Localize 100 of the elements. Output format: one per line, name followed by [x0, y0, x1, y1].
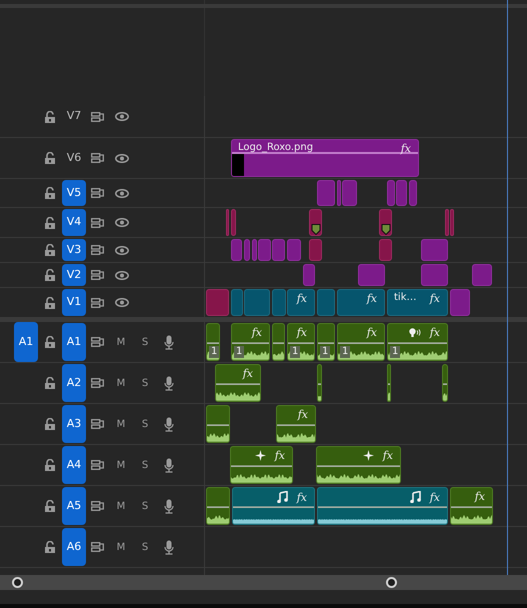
sync-lock-icon[interactable]: [90, 245, 104, 255]
solo-button[interactable]: S: [142, 498, 148, 514]
video-clip[interactable]: [358, 264, 385, 286]
sync-lock-icon[interactable]: [90, 218, 104, 228]
audio-clip[interactable]: fx: [230, 446, 293, 484]
video-clip[interactable]: [421, 239, 448, 261]
video-clip[interactable]: [450, 209, 454, 236]
video-clip[interactable]: [303, 264, 315, 286]
microphone-icon[interactable]: [164, 458, 174, 472]
eye-icon[interactable]: [115, 246, 129, 254]
horizontal-scrollbar[interactable]: [0, 575, 527, 590]
lock-icon[interactable]: [45, 216, 55, 228]
track-target-toggle[interactable]: A5: [62, 487, 86, 525]
sync-lock-icon[interactable]: [90, 153, 104, 163]
mute-button[interactable]: M: [116, 334, 126, 350]
video-clip[interactable]: [317, 180, 335, 206]
scroll-handle[interactable]: [12, 577, 23, 588]
video-clip[interactable]: [231, 289, 243, 316]
video-clip[interactable]: [226, 209, 229, 236]
microphone-icon[interactable]: [164, 540, 174, 554]
mute-button[interactable]: M: [116, 540, 126, 554]
audio-clip[interactable]: [317, 364, 322, 402]
mute-button[interactable]: M: [116, 498, 126, 514]
video-clip[interactable]: [244, 289, 270, 316]
track-target-toggle[interactable]: V3: [62, 239, 86, 261]
lock-icon[interactable]: [45, 459, 55, 471]
eye-icon[interactable]: [115, 298, 129, 307]
audio-clip[interactable]: fx: [316, 446, 401, 484]
audio-clip[interactable]: 1: [317, 323, 335, 361]
video-clip[interactable]: [472, 264, 492, 286]
sync-lock-icon[interactable]: [90, 112, 104, 122]
video-clip[interactable]: [272, 289, 286, 316]
track-target-toggle[interactable]: A4: [62, 446, 86, 484]
solo-button[interactable]: S: [142, 416, 148, 432]
audio-clip[interactable]: fx: [317, 487, 448, 525]
audio-clip[interactable]: fx: [276, 405, 316, 443]
sync-lock-icon[interactable]: [90, 501, 104, 511]
video-clip[interactable]: [206, 289, 229, 316]
microphone-icon[interactable]: [164, 334, 174, 350]
video-clip[interactable]: [252, 239, 257, 261]
video-clip[interactable]: [396, 180, 407, 206]
video-clip[interactable]: Logo_Roxo.png fx: [231, 139, 419, 177]
audio-clip[interactable]: [442, 364, 448, 402]
video-clip[interactable]: [309, 239, 322, 261]
eye-icon[interactable]: [115, 112, 129, 121]
track-target-toggle[interactable]: A1: [62, 323, 86, 361]
audio-clip[interactable]: [206, 487, 230, 525]
track-target-toggle[interactable]: V6: [62, 139, 86, 177]
sync-lock-icon[interactable]: [90, 337, 104, 347]
mute-button[interactable]: M: [116, 376, 126, 390]
track-target-toggle[interactable]: V1: [62, 289, 86, 316]
lock-icon[interactable]: [45, 152, 55, 164]
sync-lock-icon[interactable]: [90, 542, 104, 552]
track-target-toggle[interactable]: V4: [62, 209, 86, 236]
track-target-toggle[interactable]: A3: [62, 405, 86, 443]
audio-clip[interactable]: [387, 364, 391, 402]
track-target-toggle[interactable]: A2: [62, 364, 86, 402]
solo-button[interactable]: S: [142, 334, 148, 350]
video-clip[interactable]: [272, 239, 285, 261]
lock-icon[interactable]: [45, 296, 55, 308]
mute-button[interactable]: M: [116, 416, 126, 432]
video-clip[interactable]: [379, 209, 392, 236]
lock-icon[interactable]: [45, 377, 55, 389]
video-clip[interactable]: [445, 209, 449, 236]
microphone-icon[interactable]: [164, 416, 174, 432]
solo-button[interactable]: S: [142, 458, 148, 472]
eye-icon[interactable]: [115, 270, 129, 280]
eye-icon[interactable]: [115, 218, 129, 227]
microphone-icon[interactable]: [164, 376, 174, 390]
video-clip[interactable]: [379, 239, 392, 261]
lock-icon[interactable]: [45, 187, 55, 199]
video-clip[interactable]: tik… fx: [387, 289, 448, 316]
lock-icon[interactable]: [45, 244, 55, 256]
video-clip[interactable]: [421, 264, 448, 286]
lock-icon[interactable]: [45, 541, 55, 553]
lock-icon[interactable]: [45, 269, 55, 281]
solo-button[interactable]: S: [142, 376, 148, 390]
track-target-toggle[interactable]: V2: [62, 264, 86, 286]
video-clip[interactable]: [287, 239, 301, 261]
lock-icon[interactable]: [45, 336, 55, 348]
track-target-toggle[interactable]: A6: [62, 528, 86, 566]
solo-button[interactable]: S: [142, 540, 148, 554]
video-clip[interactable]: [450, 289, 470, 316]
audio-clip[interactable]: [206, 405, 230, 443]
audio-clip[interactable]: fx 1: [287, 323, 315, 361]
audio-clip[interactable]: fx: [215, 364, 261, 402]
sync-lock-icon[interactable]: [90, 298, 104, 308]
sync-lock-icon[interactable]: [90, 188, 104, 198]
audio-clip[interactable]: fx 1: [231, 323, 270, 361]
video-clip[interactable]: [317, 289, 335, 316]
microphone-icon[interactable]: [164, 498, 174, 514]
video-clip[interactable]: [309, 209, 322, 236]
audio-clip[interactable]: fx: [450, 487, 493, 525]
eye-icon[interactable]: [115, 188, 129, 198]
audio-clip[interactable]: fx: [232, 487, 315, 525]
sync-lock-icon[interactable]: [90, 419, 104, 429]
audio-clip[interactable]: fx 1: [337, 323, 385, 361]
lock-icon[interactable]: [45, 110, 55, 122]
track-target-toggle[interactable]: V5: [62, 180, 86, 206]
lock-icon[interactable]: [45, 500, 55, 512]
